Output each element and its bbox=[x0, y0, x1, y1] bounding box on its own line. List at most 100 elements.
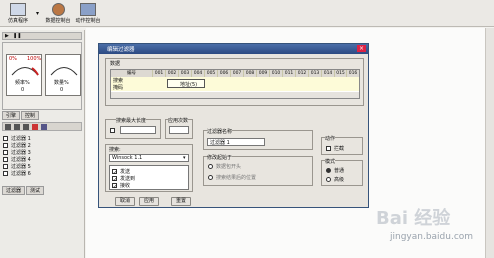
column-header: 007 bbox=[231, 70, 244, 77]
program-button[interactable]: 仿真程序 bbox=[3, 3, 33, 26]
delete-icon[interactable] bbox=[32, 124, 38, 130]
modify-option[interactable]: 搜索结果后的位置 bbox=[208, 174, 256, 181]
hex-header: 编号 001 002 003 004 005 006 007 008 009 0… bbox=[111, 70, 359, 77]
function-list: ✓ 发送 ✓ 发送到 ✓ 接收 bbox=[109, 165, 189, 190]
horizontal-scrollbar[interactable] bbox=[111, 92, 359, 98]
frequency-gauge: 0% 100% 频率% 0 bbox=[6, 54, 42, 96]
search-max-length-group: 搜索最大长度 bbox=[105, 117, 161, 139]
column-header: 002 bbox=[166, 70, 179, 77]
column-header: 001 bbox=[153, 70, 166, 77]
mode-option[interactable]: 高级 bbox=[326, 176, 344, 183]
use-count-label: 应用次数 bbox=[168, 117, 189, 124]
list-item[interactable]: ✓ 发送 bbox=[112, 168, 130, 176]
mode-label: 模式 bbox=[325, 158, 336, 165]
cancel-button[interactable]: 取消 bbox=[115, 197, 135, 206]
column-header: 004 bbox=[192, 70, 205, 77]
column-header: 012 bbox=[296, 70, 309, 77]
use-count-input[interactable] bbox=[169, 126, 189, 134]
list-item[interactable]: 过滤器 2 bbox=[3, 143, 81, 150]
column-header: 009 bbox=[257, 70, 270, 77]
action-console-button[interactable]: 动作控制台 bbox=[73, 3, 103, 26]
data-group-label: 数据 bbox=[110, 61, 121, 67]
list-item[interactable]: 过滤器 4 bbox=[3, 157, 81, 164]
apply-button[interactable]: 应用 bbox=[139, 197, 159, 206]
table-row[interactable]: 掩码 bbox=[111, 84, 359, 91]
filter-name-group: 过滤器名称 过滤器 1 bbox=[203, 128, 313, 150]
list-item[interactable]: 过滤器 1 bbox=[3, 136, 81, 143]
tab-engine[interactable]: 引擎 bbox=[2, 111, 21, 120]
vertical-scrollbar[interactable] bbox=[485, 28, 494, 258]
dialog-title: 编辑过滤器 bbox=[107, 47, 135, 53]
gauge-label: 频率% bbox=[15, 80, 30, 86]
gauge-value: 0 bbox=[60, 87, 64, 93]
dropdown-arrow-icon[interactable]: ▾ bbox=[36, 10, 40, 17]
list-item[interactable]: 过滤器 5 bbox=[3, 164, 81, 171]
search-group: 搜索: Winsock 1.1 ▾ ✓ 发送 ✓ 发送到 ✓ 接收 bbox=[105, 144, 193, 192]
tooltip-text: 地址(5) bbox=[180, 82, 198, 88]
column-header: 005 bbox=[205, 70, 218, 77]
search-select[interactable]: Winsock 1.1 ▾ bbox=[109, 154, 189, 162]
list-item[interactable]: ✓ 发送到 bbox=[112, 175, 135, 183]
edit-filter-dialog: 编辑过滤器 × 数据 编号 001 002 003 004 005 006 00… bbox=[98, 43, 369, 208]
modify-start-group: 修改起始于 数据包开头 搜索结果后的位置 bbox=[203, 154, 313, 186]
list-item[interactable]: 过滤器 3 bbox=[3, 150, 81, 157]
gauge-dial-icon bbox=[50, 67, 78, 76]
play-icon[interactable]: ▶ bbox=[5, 33, 9, 39]
table-row[interactable]: 搜索 bbox=[111, 77, 359, 84]
action-option[interactable]: 拦截 bbox=[326, 145, 344, 152]
column-header: 008 bbox=[244, 70, 257, 77]
column-header: 014 bbox=[322, 70, 335, 77]
filter-toolbar bbox=[2, 122, 82, 131]
new-icon[interactable] bbox=[5, 124, 11, 130]
reset-button[interactable]: 重置 bbox=[171, 197, 191, 206]
search-max-length-checkbox[interactable] bbox=[110, 128, 115, 133]
list-item[interactable]: ✓ 接收 bbox=[112, 182, 130, 190]
bottom-tabs: 过滤器 测试 bbox=[2, 186, 45, 195]
dialog-titlebar: 编辑过滤器 × bbox=[99, 44, 368, 54]
engine-tabs: 引擎 控制 bbox=[2, 111, 40, 120]
left-panel: ▶ ❚❚ 0% 100% 频率% 0 数量% 0 引擎 控制 过滤器 1 过滤器 … bbox=[0, 30, 85, 258]
tab-filters[interactable]: 过滤器 bbox=[2, 186, 26, 195]
tab-control[interactable]: 控制 bbox=[21, 111, 40, 120]
edit-icon[interactable] bbox=[41, 124, 47, 130]
close-icon[interactable]: × bbox=[357, 45, 366, 52]
program-icon bbox=[10, 3, 26, 16]
search-select-value: Winsock 1.1 bbox=[112, 155, 143, 161]
data-group: 数据 编号 001 002 003 004 005 006 007 008 00… bbox=[105, 58, 364, 106]
modify-start-label: 修改起始于 bbox=[207, 154, 233, 161]
data-console-button[interactable]: 数据控制台 bbox=[43, 3, 73, 26]
mode-option[interactable]: 普通 bbox=[326, 167, 344, 174]
hex-table[interactable]: 编号 001 002 003 004 005 006 007 008 009 0… bbox=[110, 69, 360, 99]
mini-toolbar: ▶ ❚❚ bbox=[2, 32, 82, 40]
filter-name-label: 过滤器名称 bbox=[207, 128, 233, 135]
search-max-length-input[interactable] bbox=[120, 126, 156, 134]
mode-group: 模式 普通 高级 bbox=[321, 158, 363, 186]
column-header: 006 bbox=[218, 70, 231, 77]
search-group-label: 搜索: bbox=[109, 147, 121, 153]
column-header: 015 bbox=[335, 70, 347, 77]
row-label: 搜索 bbox=[113, 78, 124, 84]
main-toolbar: 仿真程序 ▾ 数据控制台 动作控制台 bbox=[0, 0, 494, 27]
action-label: 动作 bbox=[325, 135, 336, 142]
column-header: 016 bbox=[348, 71, 358, 76]
modify-option[interactable]: 数据包开头 bbox=[208, 163, 241, 170]
column-header: 011 bbox=[283, 70, 296, 77]
filter-list: 过滤器 1 过滤器 2 过滤器 3 过滤器 4 过滤器 5 过滤器 6 bbox=[3, 136, 81, 178]
pause-icon[interactable]: ❚❚ bbox=[13, 33, 21, 39]
open-icon[interactable] bbox=[14, 124, 20, 130]
search-max-length-label: 搜索最大长度 bbox=[116, 117, 147, 124]
tab-test[interactable]: 测试 bbox=[26, 186, 45, 195]
program-label: 仿真程序 bbox=[7, 18, 28, 24]
watermark-url: jingyan.baidu.com bbox=[390, 232, 474, 242]
list-item[interactable]: 过滤器 6 bbox=[3, 171, 81, 178]
data-console-label: 数据控制台 bbox=[45, 18, 71, 24]
action-console-icon bbox=[80, 3, 96, 16]
use-count-group: 应用次数 bbox=[165, 117, 193, 139]
quantity-gauge: 数量% 0 bbox=[45, 54, 81, 96]
tooltip: 地址(5) bbox=[167, 79, 205, 88]
filter-name-input[interactable]: 过滤器 1 bbox=[207, 138, 265, 146]
row-label: 掩码 bbox=[113, 85, 124, 91]
watermark-logo: Bai 经验 bbox=[376, 208, 451, 229]
save-icon[interactable] bbox=[23, 124, 29, 130]
chevron-down-icon[interactable]: ▾ bbox=[183, 155, 186, 161]
